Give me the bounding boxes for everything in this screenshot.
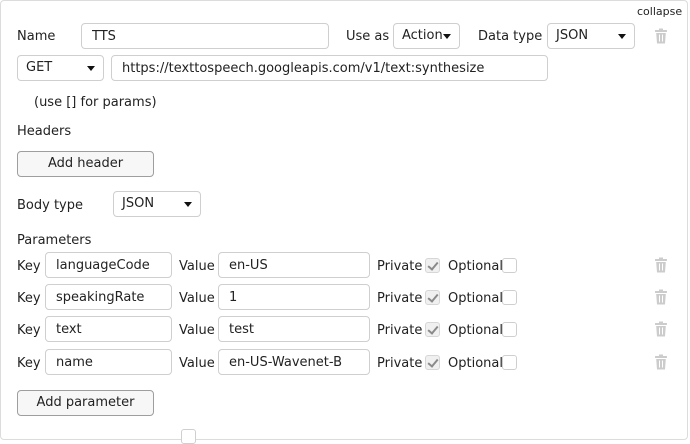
use-as-select[interactable]: Action [393, 23, 460, 49]
chevron-down-icon [618, 34, 626, 39]
param-value-input[interactable] [218, 316, 370, 342]
add-header-button[interactable]: Add header [17, 151, 154, 177]
param-key-input[interactable] [45, 252, 172, 278]
private-label: Private [377, 356, 423, 371]
bottom-checkbox[interactable] [181, 429, 196, 444]
param-key-input[interactable] [45, 349, 172, 375]
collapse-link[interactable]: collapse [637, 5, 682, 18]
chevron-down-icon [184, 202, 192, 207]
private-checkbox[interactable] [425, 355, 440, 370]
private-checkbox[interactable] [425, 322, 440, 337]
optional-label: Optional [448, 291, 503, 306]
key-label: Key [17, 323, 41, 338]
body-type-select[interactable]: JSON [113, 191, 201, 217]
data-type-label: Data type [478, 29, 543, 44]
trash-icon[interactable] [654, 321, 668, 337]
optional-checkbox[interactable] [502, 322, 517, 337]
private-label: Private [377, 291, 423, 306]
key-label: Key [17, 291, 41, 306]
key-label: Key [17, 259, 41, 274]
private-label: Private [377, 259, 423, 274]
name-label: Name [17, 29, 56, 44]
optional-checkbox[interactable] [502, 355, 517, 370]
key-label: Key [17, 356, 41, 371]
trash-icon[interactable] [654, 28, 668, 44]
private-label: Private [377, 323, 423, 338]
private-checkbox[interactable] [425, 290, 440, 305]
param-value-input[interactable] [218, 284, 370, 310]
value-label: Value [179, 259, 215, 274]
use-as-value: Action [402, 28, 443, 43]
param-key-input[interactable] [45, 284, 172, 310]
body-type-label: Body type [17, 198, 83, 213]
optional-label: Optional [448, 356, 503, 371]
value-label: Value [179, 323, 215, 338]
data-type-value: JSON [556, 28, 589, 43]
name-input[interactable] [81, 23, 329, 49]
trash-icon[interactable] [654, 354, 668, 370]
trash-icon[interactable] [654, 257, 668, 273]
use-as-label: Use as [346, 29, 390, 44]
optional-checkbox[interactable] [502, 258, 517, 273]
params-hint: (use [] for params) [34, 95, 157, 110]
optional-checkbox[interactable] [502, 290, 517, 305]
method-select[interactable]: GET [17, 55, 104, 81]
method-value: GET [26, 60, 53, 75]
value-label: Value [179, 356, 215, 371]
chevron-down-icon [87, 66, 95, 71]
chevron-down-icon [443, 34, 451, 39]
body-type-value: JSON [122, 196, 155, 211]
data-type-select[interactable]: JSON [547, 23, 635, 49]
param-value-input[interactable] [218, 252, 370, 278]
headers-label: Headers [17, 124, 72, 139]
trash-icon[interactable] [654, 289, 668, 305]
private-checkbox[interactable] [425, 258, 440, 273]
add-parameter-button[interactable]: Add parameter [17, 390, 154, 416]
optional-label: Optional [448, 323, 503, 338]
parameters-label: Parameters [17, 233, 92, 248]
optional-label: Optional [448, 259, 503, 274]
param-key-input[interactable] [45, 316, 172, 342]
param-value-input[interactable] [218, 349, 370, 375]
url-input[interactable] [111, 55, 548, 81]
value-label: Value [179, 291, 215, 306]
